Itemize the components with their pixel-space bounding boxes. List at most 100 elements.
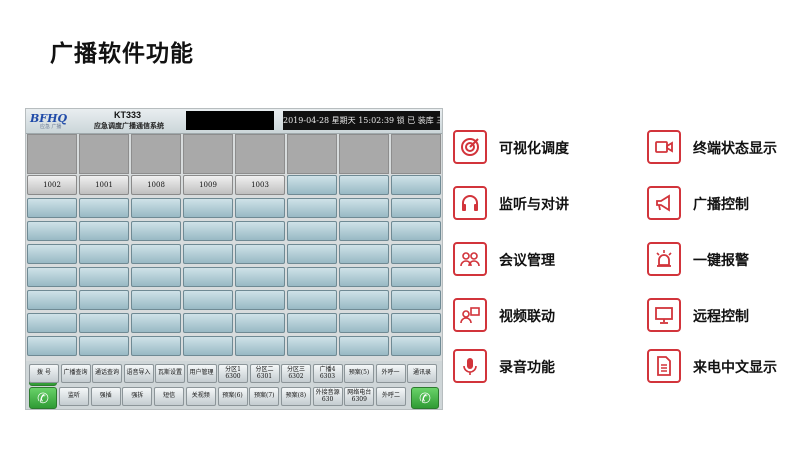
control-button[interactable]: 监听	[59, 387, 89, 406]
terminal-slot[interactable]	[79, 267, 129, 287]
terminal-slot[interactable]	[287, 267, 337, 287]
terminal-button[interactable]: 1001	[79, 175, 129, 195]
terminal-slot[interactable]	[79, 313, 129, 333]
terminal-slot[interactable]	[391, 244, 441, 264]
control-button[interactable]: 用户管理	[186, 364, 217, 383]
terminal-slot[interactable]	[183, 313, 233, 333]
terminal-slot[interactable]	[287, 221, 337, 241]
app-header: BFHQ 应急 广播 KT333 应急调度广播通信系统 2019-04-28 星…	[26, 109, 442, 134]
answer-phone-icon[interactable]: ✆	[29, 387, 57, 409]
terminal-slot[interactable]	[183, 336, 233, 356]
terminal-slot[interactable]	[131, 267, 181, 287]
control-button[interactable]: 强拆	[122, 387, 153, 406]
call-phone-icon[interactable]: ✆	[411, 387, 439, 409]
control-button[interactable]: 网络电台 6309	[344, 387, 375, 406]
control-button[interactable]: 分区三 6302	[281, 364, 311, 383]
terminal-slot[interactable]	[235, 336, 285, 356]
terminal-slot[interactable]	[183, 198, 233, 218]
control-button[interactable]: 语音导入	[123, 364, 154, 383]
terminal-slot[interactable]	[27, 221, 77, 241]
top-panel-cell[interactable]	[391, 134, 441, 174]
terminal-slot[interactable]	[339, 336, 389, 356]
terminal-slot[interactable]	[131, 221, 181, 241]
terminal-slot[interactable]	[287, 313, 337, 333]
terminal-button[interactable]: 1003	[235, 175, 285, 195]
control-button[interactable]: 预案(8)	[280, 387, 311, 406]
control-button[interactable]: 外接音源 630	[312, 387, 343, 406]
control-button[interactable]: 通讯录	[407, 364, 437, 383]
terminal-slot[interactable]	[27, 313, 77, 333]
top-panel-cell[interactable]	[79, 134, 129, 174]
control-button[interactable]: 拨 号	[29, 364, 59, 383]
control-button[interactable]: 广播查询	[60, 364, 91, 383]
terminal-slot[interactable]	[79, 336, 129, 356]
control-button[interactable]: 分区二 6301	[249, 364, 280, 383]
terminal-slot[interactable]	[339, 313, 389, 333]
terminal-slot[interactable]	[391, 221, 441, 241]
terminal-slot[interactable]	[79, 244, 129, 264]
terminal-slot[interactable]	[79, 221, 129, 241]
control-button[interactable]: 瓦斯设置	[155, 364, 185, 383]
terminal-button[interactable]	[339, 175, 389, 195]
control-button[interactable]: 外呼一	[375, 364, 406, 383]
terminal-slot[interactable]	[235, 290, 285, 310]
terminal-slot[interactable]	[79, 290, 129, 310]
terminal-slot[interactable]	[131, 198, 181, 218]
control-button[interactable]: 短信	[154, 387, 185, 406]
terminal-slot[interactable]	[27, 267, 77, 287]
terminal-slot[interactable]	[131, 244, 181, 264]
terminal-slot[interactable]	[131, 313, 181, 333]
terminal-slot[interactable]	[183, 221, 233, 241]
top-panel-cell[interactable]	[339, 134, 389, 174]
terminal-slot[interactable]	[183, 267, 233, 287]
terminal-button[interactable]: 1002	[27, 175, 77, 195]
terminal-slot[interactable]	[391, 198, 441, 218]
top-panel-cell[interactable]	[183, 134, 233, 174]
terminal-slot[interactable]	[339, 290, 389, 310]
terminal-slot[interactable]	[287, 198, 337, 218]
terminal-slot[interactable]	[235, 313, 285, 333]
control-button[interactable]: 强插	[90, 387, 121, 406]
control-button[interactable]: 外呼二	[376, 387, 406, 406]
top-panel-cell[interactable]	[287, 134, 337, 174]
terminal-slot[interactable]	[27, 290, 77, 310]
control-button[interactable]: 分区1 6300	[218, 364, 248, 383]
terminal-slot[interactable]	[391, 267, 441, 287]
terminal-slot[interactable]	[235, 244, 285, 264]
terminal-slot[interactable]	[287, 290, 337, 310]
terminal-slot[interactable]	[183, 290, 233, 310]
terminal-slot[interactable]	[339, 198, 389, 218]
top-panel-cell[interactable]	[131, 134, 181, 174]
top-panel-cell[interactable]	[27, 134, 77, 174]
control-button[interactable]: 预案(6)	[217, 387, 248, 406]
terminal-slot[interactable]	[235, 267, 285, 287]
terminal-button[interactable]: 1009	[183, 175, 233, 195]
terminal-slot[interactable]	[131, 336, 181, 356]
terminal-slot[interactable]	[339, 267, 389, 287]
camera-icon	[647, 130, 681, 164]
control-button[interactable]: 广播4 6303	[312, 364, 343, 383]
control-button[interactable]: 预案(7)	[249, 387, 280, 406]
terminal-slot[interactable]	[391, 290, 441, 310]
control-button[interactable]: 预案(5)	[344, 364, 374, 383]
control-button[interactable]: 关视频	[185, 387, 216, 406]
terminal-slot[interactable]	[391, 336, 441, 356]
terminal-slot[interactable]	[339, 244, 389, 264]
terminal-slot[interactable]	[287, 244, 337, 264]
top-panel-cell[interactable]	[235, 134, 285, 174]
terminal-slot[interactable]	[235, 198, 285, 218]
terminal-slot[interactable]	[131, 290, 181, 310]
terminal-button[interactable]	[287, 175, 337, 195]
terminal-button[interactable]	[391, 175, 441, 195]
control-button[interactable]: 通话查询	[92, 364, 122, 383]
terminal-slot[interactable]	[27, 244, 77, 264]
terminal-slot[interactable]	[27, 198, 77, 218]
terminal-slot[interactable]	[287, 336, 337, 356]
terminal-slot[interactable]	[235, 221, 285, 241]
terminal-slot[interactable]	[79, 198, 129, 218]
terminal-slot[interactable]	[183, 244, 233, 264]
terminal-slot[interactable]	[391, 313, 441, 333]
terminal-slot[interactable]	[339, 221, 389, 241]
terminal-slot[interactable]	[27, 336, 77, 356]
terminal-button[interactable]: 1008	[131, 175, 181, 195]
